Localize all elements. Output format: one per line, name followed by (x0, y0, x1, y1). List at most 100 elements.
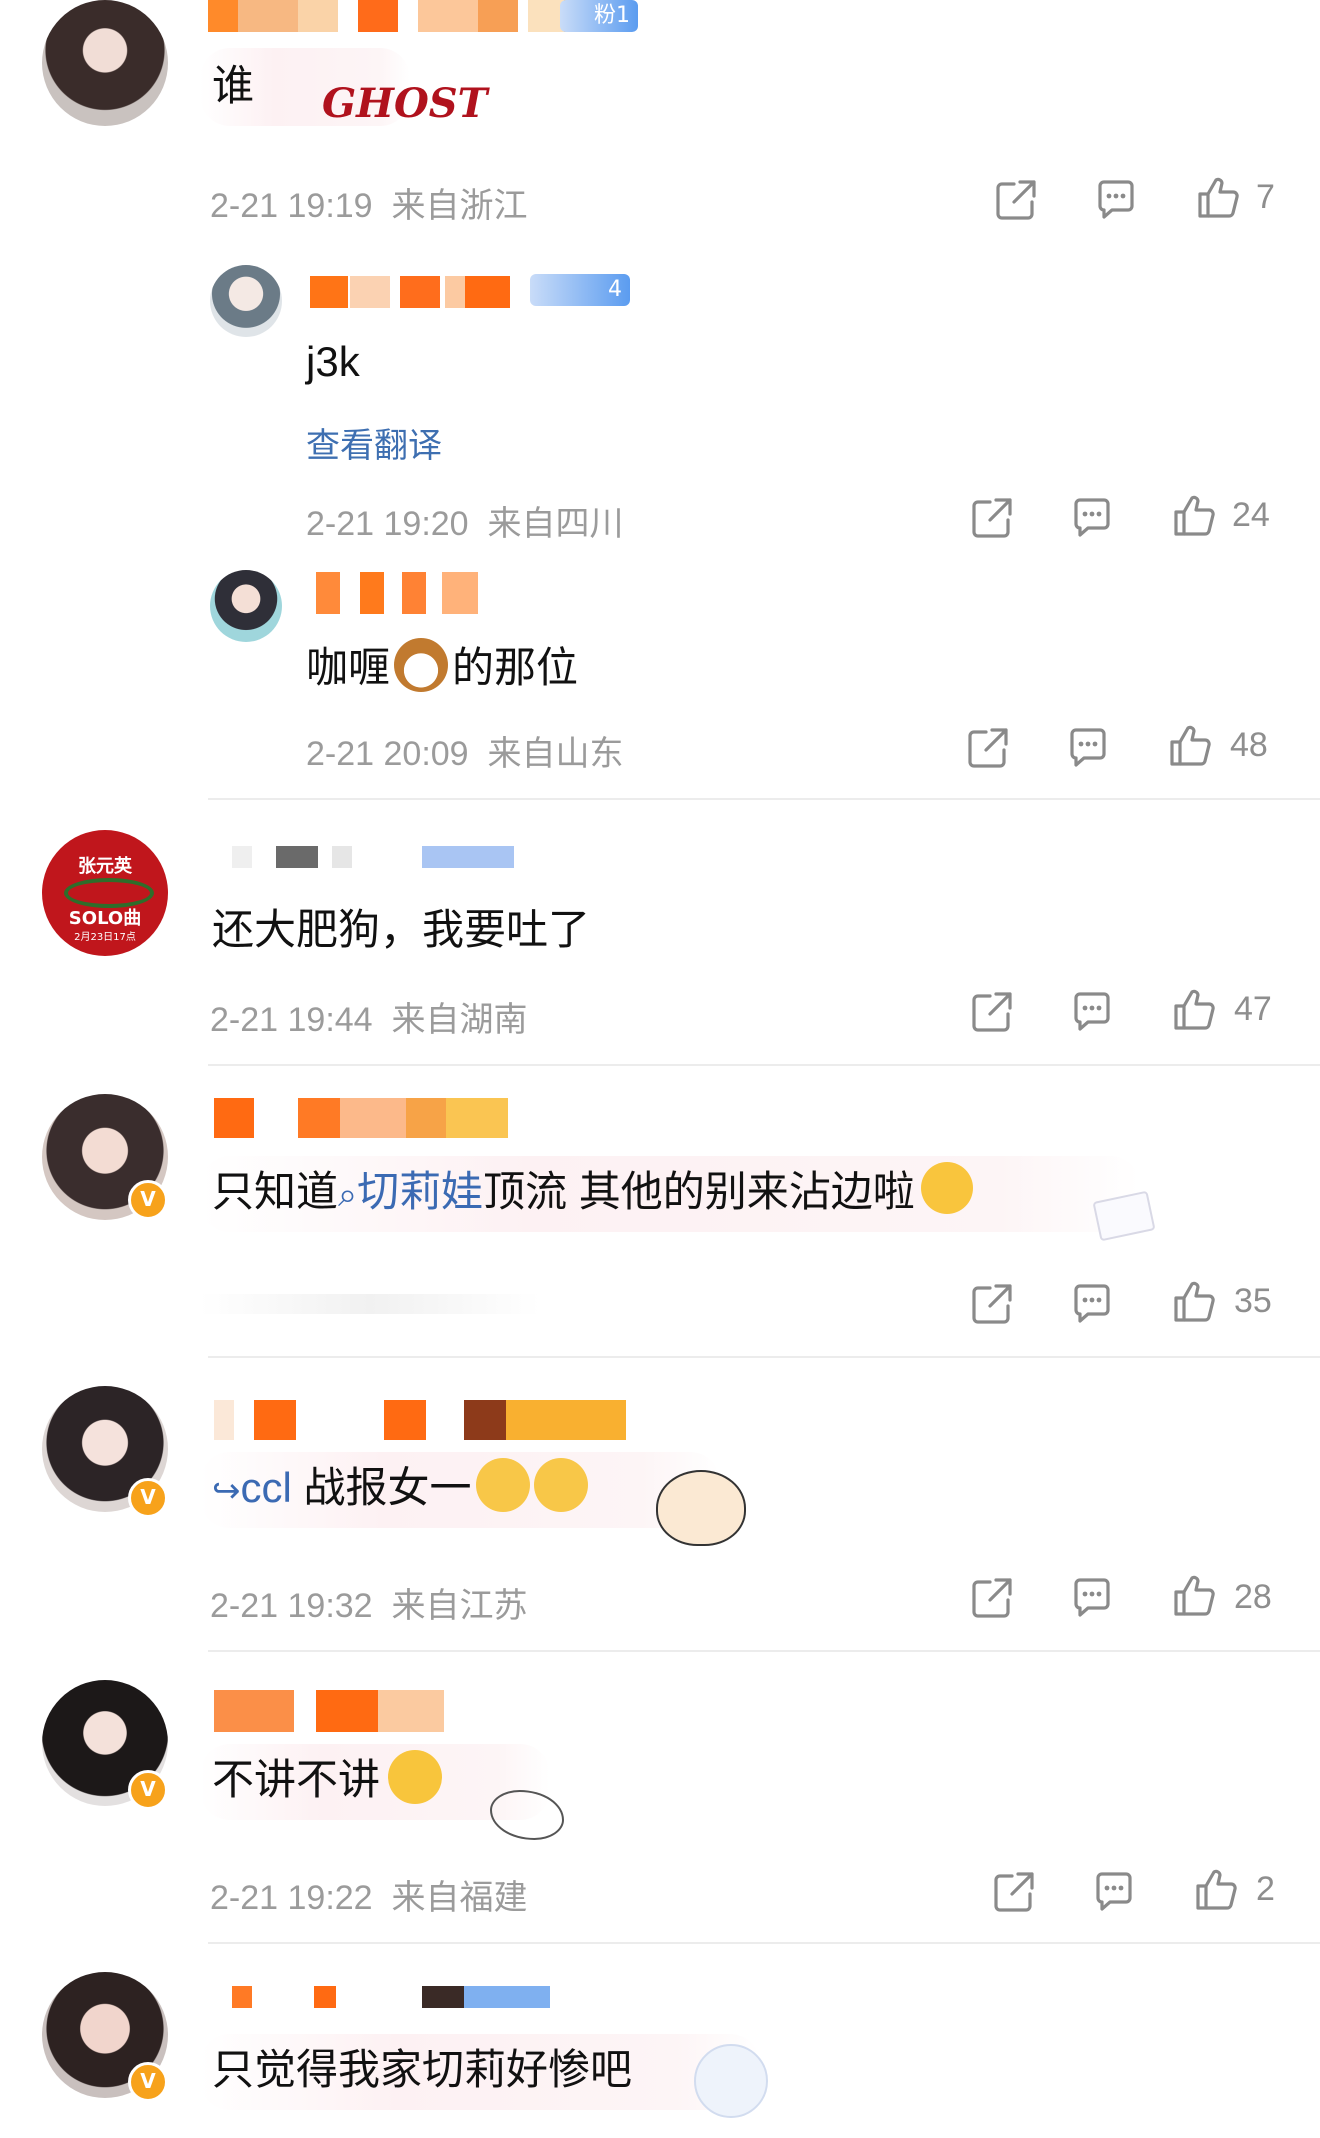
bunny-sticker (656, 1470, 746, 1546)
reply-button[interactable] (1070, 1576, 1114, 1620)
divider (208, 798, 1320, 800)
timestamp: 2-21 19:44 (210, 1001, 373, 1039)
like-button[interactable] (1194, 1868, 1238, 1912)
avatar-text: 2月23日17点 (74, 932, 136, 943)
divider (208, 1356, 1320, 1358)
crying-emoji (533, 1458, 588, 1512)
comment-text: j3k (306, 338, 360, 385)
username-mosaic[interactable] (214, 1400, 634, 1440)
share-button[interactable] (992, 1870, 1036, 1914)
share-button[interactable] (970, 1282, 1014, 1326)
like-count: 28 (1234, 1578, 1272, 1616)
share-button[interactable] (970, 1576, 1014, 1620)
username-mosaic[interactable] (310, 276, 510, 308)
like-count: 48 (1230, 726, 1268, 764)
comment-meta: 2-21 19:32 来自江苏 (210, 1578, 528, 1627)
comment-text: 只觉得我家切莉好惨吧 (212, 2046, 633, 2093)
share-button[interactable] (966, 726, 1010, 770)
search-icon: ⌕ (338, 1176, 358, 1214)
comment-text-part: 咖喱 (306, 644, 391, 691)
username-mosaic[interactable] (316, 572, 486, 614)
like-button[interactable] (1172, 988, 1216, 1032)
divider (208, 1942, 1320, 1944)
mention-icon: ↪ (212, 1472, 241, 1510)
like-count: 7 (1256, 178, 1275, 216)
reply-button[interactable] (1092, 1870, 1136, 1914)
comment-text: ↪ccl 战报女一 (212, 1458, 588, 1521)
comment-text: 谁 (212, 62, 255, 109)
translate-link[interactable]: 查看翻译 (306, 418, 442, 467)
divider (208, 1650, 1320, 1652)
cat-sticker (694, 2044, 768, 2118)
divider (208, 1064, 1320, 1066)
like-count: 24 (1232, 496, 1270, 534)
like-count: 35 (1234, 1282, 1272, 1320)
comment-text: 咖喱 的那位 (306, 638, 578, 698)
timestamp: 2-21 20:09 (306, 735, 469, 773)
username-mosaic[interactable] (214, 1098, 510, 1138)
like-button[interactable] (1172, 494, 1216, 538)
comment-meta: 2-21 19:19 来自浙江 (210, 178, 528, 227)
comment-meta: 2-21 19:44 来自湖南 (210, 992, 528, 1041)
like-button[interactable] (1172, 1574, 1216, 1618)
username-mosaic[interactable] (232, 846, 532, 868)
butterfly-sticker (490, 1790, 564, 1840)
reply-button[interactable] (1066, 726, 1110, 770)
avatar[interactable] (42, 0, 168, 126)
like-count: 47 (1234, 990, 1272, 1028)
comment-text-part: 只知道 (212, 1168, 339, 1215)
reply-button[interactable] (1070, 496, 1114, 540)
comment-text: 不讲不讲 (212, 1750, 443, 1810)
comment-meta: 2-21 19:20 来自四川 (306, 496, 624, 545)
avatar[interactable]: 张元英 SOLO曲 2月23日17点 (42, 830, 168, 956)
infinity-mark (64, 878, 154, 908)
dog-emoji (394, 638, 449, 692)
reply-button[interactable] (1094, 178, 1138, 222)
location: 来自四川 (487, 505, 624, 543)
like-count: 2 (1256, 1870, 1275, 1908)
reply-button[interactable] (1070, 1282, 1114, 1326)
location: 来自福建 (391, 1879, 528, 1917)
comment-meta: 2-21 20:09 来自山东 (306, 726, 624, 775)
comment-text: 还大肥狗，我要吐了 (212, 906, 591, 953)
avatar-text: 张元英 (78, 856, 132, 877)
laugh-emoji (388, 1750, 443, 1804)
share-button[interactable] (994, 178, 1038, 222)
avatar[interactable] (210, 265, 282, 337)
like-button[interactable] (1172, 1280, 1216, 1324)
mention-link[interactable]: ccl (241, 1464, 292, 1511)
like-button[interactable] (1168, 724, 1212, 768)
comment-text-part: 顶流 其他的别来沾边啦 (483, 1168, 915, 1215)
blurred-meta (200, 1294, 540, 1314)
topic-link[interactable]: 切莉娃 (357, 1168, 483, 1215)
comment-text-part: 不讲不讲 (212, 1756, 381, 1803)
avatar[interactable] (210, 570, 282, 642)
location: 来自湖南 (391, 1001, 528, 1039)
comment-text-part: 战报女一 (303, 1464, 472, 1511)
verified-badge: V (128, 1478, 168, 1518)
like-button[interactable] (1196, 176, 1240, 220)
smile-emoji (920, 1162, 973, 1214)
timestamp: 2-21 19:20 (306, 505, 469, 543)
location: 来自浙江 (391, 187, 528, 225)
reply-button[interactable] (1070, 990, 1114, 1034)
username-mosaic[interactable] (214, 1690, 454, 1732)
verified-badge: V (128, 1770, 168, 1810)
verified-badge: V (128, 1180, 168, 1220)
location: 来自江苏 (391, 1587, 528, 1625)
fan-badge: 4 (530, 274, 630, 306)
timestamp: 2-21 19:32 (210, 1587, 373, 1625)
ghost-sticker: GHOST (322, 80, 488, 127)
timestamp: 2-21 19:19 (210, 187, 373, 225)
fan-badge: 粉1 (560, 0, 638, 32)
share-button[interactable] (970, 496, 1014, 540)
crying-emoji (475, 1458, 530, 1512)
comment-text: 只知道⌕切莉娃顶流 其他的别来沾边啦 (212, 1162, 973, 1225)
comment-text-part: 的那位 (452, 644, 579, 691)
username-mosaic[interactable] (232, 1986, 552, 2008)
share-button[interactable] (970, 990, 1014, 1034)
location: 来自山东 (487, 735, 624, 773)
comment-meta: 2-21 19:22 来自福建 (210, 1870, 528, 1919)
timestamp: 2-21 19:22 (210, 1879, 373, 1917)
verified-badge: V (128, 2062, 168, 2102)
